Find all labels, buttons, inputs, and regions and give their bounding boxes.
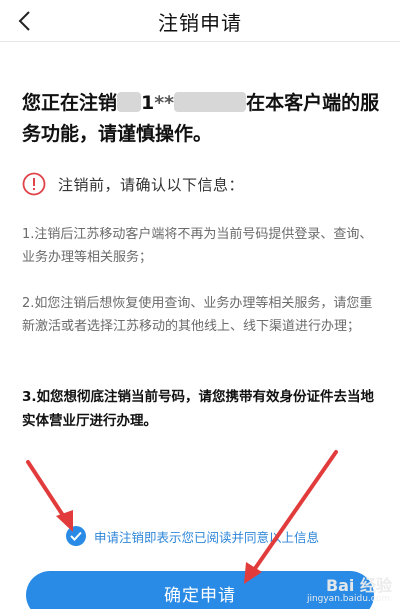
headline-prefix: 您正在注销 — [22, 92, 118, 114]
deregister-headline: 您正在注销 1** 在本客户端的服务功能，请谨慎操作。 — [22, 88, 382, 150]
annotation-arrow-right — [244, 450, 338, 584]
masked-number-segment — [117, 92, 142, 112]
annotation-arrow-left — [26, 460, 73, 532]
top-nav-bar: 注销申请 — [0, 0, 400, 42]
info-item: 3.如您想彻底注销当前号码，请您携带有效身份证件去当地实体营业厅进行办理。 — [22, 389, 375, 429]
masked-number-segment — [174, 92, 247, 112]
checked-circle-icon[interactable] — [66, 526, 86, 546]
agreement-row[interactable]: 申请注销即表示您已阅读并同意以上信息 — [66, 526, 319, 546]
watermark-logo: Bai 经验 — [325, 576, 392, 595]
headline-digit: 1 — [141, 92, 155, 114]
page-title: 注销申请 — [158, 11, 242, 35]
info-item: 2.如您注销后想恢复使用查询、业务办理等相关服务，请您重新激活或者选择江苏移动的… — [22, 296, 373, 334]
agreement-text: 申请注销即表示您已阅读并同意以上信息 — [94, 529, 320, 545]
info-item: 1.注销后江苏移动客户端将不再为当前号码提供登录、查询、业务办理等相关服务； — [22, 227, 373, 265]
notice-row: 注销前，请确认以下信息： — [22, 170, 244, 198]
notice-text: 注销前，请确认以下信息： — [58, 175, 245, 194]
watermark: Bai 经验 jingyan.baidu.com — [276, 572, 396, 608]
watermark-url: jingyan.baidu.com — [306, 594, 390, 604]
exclamation-circle-icon — [22, 172, 46, 196]
headline-stars: ** — [154, 92, 175, 114]
